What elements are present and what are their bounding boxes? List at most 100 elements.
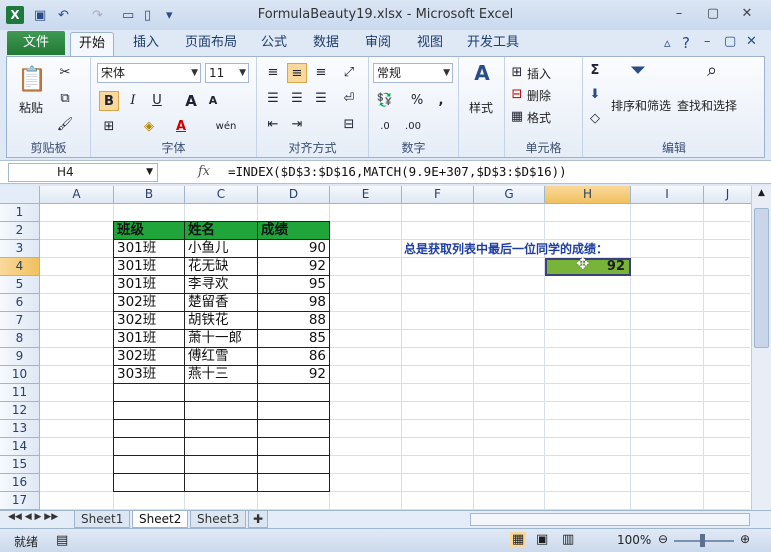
sort-filter-icon[interactable]: ⏷	[623, 61, 653, 89]
row-header-1[interactable]: 1	[0, 204, 40, 222]
formula-input[interactable]: =INDEX($D$3:$D$16,MATCH(9.9E+307,$D$3:$D…	[228, 164, 567, 179]
cut-icon[interactable]: ✂	[55, 63, 75, 83]
column-header-e[interactable]: E	[330, 186, 402, 204]
row-header-14[interactable]: 14	[0, 438, 40, 456]
column-header-g[interactable]: G	[474, 186, 545, 204]
increase-indent-icon[interactable]: ⇥	[287, 115, 307, 135]
tab-home[interactable]: 开始	[70, 32, 114, 56]
sort-filter-button[interactable]: 排序和筛选	[611, 97, 671, 114]
column-header-h[interactable]: H	[545, 186, 631, 204]
align-center-icon[interactable]: ☰	[287, 89, 307, 109]
zoom-level[interactable]: 100%	[617, 533, 651, 547]
wrap-text-icon[interactable]: ⏎	[339, 89, 359, 109]
name-box[interactable]: H4 ▼	[8, 163, 158, 182]
decrease-indent-icon[interactable]: ⇤	[263, 115, 283, 135]
tab-insert[interactable]: 插入	[124, 32, 168, 56]
sheet-nav-icon[interactable]: ◀◀ ◀ ▶ ▶▶	[8, 512, 58, 522]
column-header-f[interactable]: F	[402, 186, 474, 204]
doc-minimize-button[interactable]: –	[704, 34, 711, 49]
shrink-font-icon[interactable]: A	[203, 91, 223, 111]
zoom-in-icon[interactable]: ⊕	[740, 532, 750, 546]
find-binoculars-icon[interactable]: ⌕	[697, 61, 727, 89]
phonetic-button[interactable]: wén	[211, 117, 241, 137]
scroll-thumb[interactable]	[754, 208, 769, 348]
currency-icon[interactable]: 💱	[375, 91, 395, 111]
row-header-8[interactable]: 8	[0, 330, 40, 348]
row-header-15[interactable]: 15	[0, 456, 40, 474]
doc-close-button[interactable]: ✕	[746, 34, 757, 49]
insert-function-button[interactable]: fx	[198, 164, 210, 179]
borders-icon[interactable]: ⊞	[99, 117, 119, 137]
tab-page-layout[interactable]: 页面布局	[178, 32, 244, 56]
format-painter-icon[interactable]: 🖌	[55, 115, 75, 135]
page-layout-view-icon[interactable]: ▣	[536, 532, 548, 547]
column-header-d[interactable]: D	[258, 186, 330, 204]
format-cells-icon[interactable]: ▦	[507, 107, 527, 127]
tab-formulas[interactable]: 公式	[252, 32, 296, 56]
tab-file[interactable]: 文件	[7, 31, 65, 55]
bold-button[interactable]: B	[99, 91, 119, 111]
row-header-12[interactable]: 12	[0, 402, 40, 420]
align-right-icon[interactable]: ☰	[311, 89, 331, 109]
fill-color-icon[interactable]: ◈	[139, 117, 159, 137]
ribbon-collapse-icon[interactable]: ▵	[664, 36, 671, 51]
zoom-out-icon[interactable]: ⊖	[658, 532, 668, 546]
normal-view-icon[interactable]: ▦	[510, 532, 527, 547]
row-header-7[interactable]: 7	[0, 312, 40, 330]
maximize-button[interactable]: ▢	[702, 6, 724, 22]
help-icon[interactable]: ?	[682, 34, 690, 52]
fill-icon[interactable]: ⬇	[585, 85, 605, 105]
sheet-tab-2[interactable]: Sheet2	[132, 511, 189, 528]
worksheet-grid[interactable]: ABCDEFGHIJ 1 2 3 4 5 6 7 8 9 10 11 12 13 14 15 16 17 班级姓…	[0, 186, 771, 510]
align-middle-icon[interactable]: ≡	[287, 63, 307, 83]
align-bottom-icon[interactable]: ≡	[311, 63, 331, 83]
row-header-11[interactable]: 11	[0, 384, 40, 402]
font-color-button[interactable]: A	[171, 117, 191, 137]
decrease-decimal-button[interactable]: .00	[403, 117, 423, 137]
delete-cells-button[interactable]: 删除	[527, 87, 551, 104]
autosum-button[interactable]: Σ	[585, 61, 605, 81]
row-header-9[interactable]: 9	[0, 348, 40, 366]
grow-font-icon[interactable]: A	[181, 91, 201, 111]
row-header-17[interactable]: 17	[0, 492, 40, 510]
row-header-13[interactable]: 13	[0, 420, 40, 438]
column-header-j[interactable]: J	[704, 186, 752, 204]
percent-button[interactable]: %	[407, 91, 427, 111]
row-header-6[interactable]: 6	[0, 294, 40, 312]
column-header-b[interactable]: B	[114, 186, 185, 204]
font-size-combo[interactable]: 11 ▼	[205, 63, 249, 83]
minimize-button[interactable]: –	[668, 6, 690, 22]
sheet-tab-3[interactable]: Sheet3	[190, 511, 247, 528]
column-header-c[interactable]: C	[185, 186, 258, 204]
row-header-16[interactable]: 16	[0, 474, 40, 492]
styles-button[interactable]: 样式	[469, 99, 493, 116]
comma-button[interactable]: ,	[431, 91, 451, 111]
horizontal-scrollbar[interactable]	[470, 513, 750, 526]
sheet-tab-1[interactable]: Sheet1	[74, 511, 131, 528]
underline-button[interactable]: U	[147, 91, 167, 111]
tab-developer[interactable]: 开发工具	[460, 32, 526, 56]
scroll-up-icon[interactable]: ▲	[754, 188, 769, 202]
doc-restore-button[interactable]: ▢	[724, 34, 736, 49]
clear-icon[interactable]: ◇	[585, 109, 605, 129]
styles-icon[interactable]: A	[469, 63, 495, 91]
tab-data[interactable]: 数据	[304, 32, 348, 56]
vertical-scrollbar[interactable]: ▲	[751, 186, 771, 510]
column-header-a[interactable]: A	[40, 186, 114, 204]
align-top-icon[interactable]: ≡	[263, 63, 283, 83]
column-header-i[interactable]: I	[631, 186, 704, 204]
row-header-5[interactable]: 5	[0, 276, 40, 294]
tab-view[interactable]: 视图	[408, 32, 452, 56]
row-header-2[interactable]: 2	[0, 222, 40, 240]
italic-button[interactable]: I	[123, 91, 143, 111]
format-cells-button[interactable]: 格式	[527, 109, 551, 126]
row-header-10[interactable]: 10	[0, 366, 40, 384]
tab-review[interactable]: 审阅	[356, 32, 400, 56]
orientation-icon[interactable]: ⤢	[339, 63, 359, 83]
font-name-combo[interactable]: 宋体 ▼	[97, 63, 201, 83]
page-break-view-icon[interactable]: ▥	[562, 532, 574, 547]
insert-cells-button[interactable]: 插入	[527, 65, 551, 82]
close-button[interactable]: ✕	[736, 6, 758, 22]
find-select-button[interactable]: 查找和选择	[677, 97, 737, 114]
insert-cells-icon[interactable]: ⊞	[507, 63, 527, 83]
